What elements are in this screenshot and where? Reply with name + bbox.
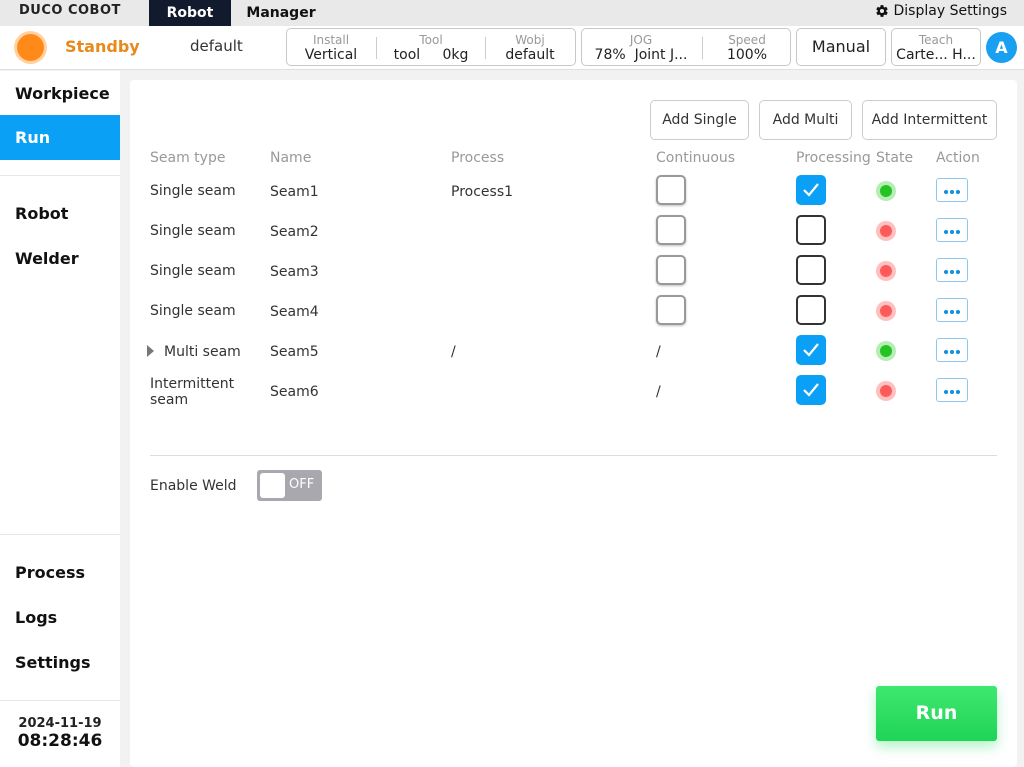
add-intermittent-button[interactable]: Add Intermittent [862, 100, 997, 140]
processing-checkbox[interactable] [796, 295, 826, 325]
continuous-cell: / [656, 384, 661, 400]
more-actions-button[interactable] [936, 178, 968, 202]
check-icon [803, 183, 819, 197]
continuous-checkbox[interactable] [656, 295, 686, 325]
more-actions-button[interactable] [936, 218, 968, 242]
robot-state: Standby [65, 37, 140, 56]
run-button[interactable]: Run [876, 686, 997, 741]
processing-checkbox[interactable] [796, 375, 826, 405]
seam-name-cell: Seam2 [270, 224, 319, 240]
sidebar-divider [0, 175, 120, 176]
state-error-icon [876, 221, 896, 241]
seam-name-cell: Seam3 [270, 264, 319, 280]
tab-robot[interactable]: Robot [149, 0, 231, 26]
header-process: Process [451, 150, 505, 166]
processing-checkbox[interactable] [796, 175, 826, 205]
processing-checkbox[interactable] [796, 335, 826, 365]
state-error-icon [876, 301, 896, 321]
tool-payload: 0kg [442, 47, 469, 63]
enable-weld-label: Enable Weld [150, 478, 237, 494]
header-state: State [876, 150, 914, 166]
seam-type-cell: Single seam [150, 223, 236, 239]
sidebar-divider [0, 534, 120, 535]
sidebar-divider [0, 700, 120, 701]
teach-info: Teach Carte... H... [896, 33, 976, 63]
more-actions-button[interactable] [936, 298, 968, 322]
seam-type-cell: Multi seam [164, 344, 241, 360]
status-indicator-icon [17, 34, 44, 61]
more-actions-button[interactable] [936, 258, 968, 282]
header-seam-type: Seam type [150, 150, 226, 166]
seam-name-cell: Seam4 [270, 304, 319, 320]
processing-checkbox[interactable] [796, 215, 826, 245]
install-tool-wobj-panel[interactable]: Install Vertical Tool tool 0kg Wobj defa… [286, 28, 576, 66]
header-processing: Processing [796, 150, 871, 166]
header-continuous: Continuous [656, 150, 736, 166]
check-icon [803, 343, 819, 357]
sidebar-item-run[interactable]: Run [0, 115, 120, 160]
seam-name-cell: Seam1 [270, 184, 319, 200]
tool-name: tool [393, 47, 421, 63]
jog-speed-panel[interactable]: JOG 78% Joint J... Speed 100% [581, 28, 791, 66]
seam-name-cell: Seam5 [270, 344, 319, 360]
jog-info: JOG 78% Joint J... [594, 33, 688, 63]
seam-type-cell: Single seam [150, 263, 236, 279]
continuous-cell: / [656, 344, 661, 360]
tab-manager[interactable]: Manager [231, 0, 331, 26]
enable-weld-toggle[interactable]: OFF [257, 470, 322, 501]
seam-type-cell: Single seam [150, 183, 236, 199]
header-name: Name [270, 150, 312, 166]
more-actions-button[interactable] [936, 338, 968, 362]
install-info: Install Vertical [304, 33, 358, 63]
jog-percent: 78% [594, 47, 626, 63]
expand-triangle-icon[interactable] [147, 345, 154, 357]
user-avatar[interactable]: A [986, 32, 1017, 63]
teach-panel[interactable]: Teach Carte... H... [891, 28, 981, 66]
state-error-icon [876, 261, 896, 281]
top-bar: DUCO COBOT Robot Manager Display Setting… [0, 0, 1024, 26]
sidebar-item-welder[interactable]: Welder [0, 236, 120, 281]
seam-type-cell: Intermittent seam [150, 376, 235, 408]
project-name: default [190, 37, 243, 55]
process-cell[interactable]: Process1 [451, 184, 513, 200]
check-icon [803, 383, 819, 397]
continuous-checkbox[interactable] [656, 215, 686, 245]
sidebar-item-process[interactable]: Process [0, 550, 120, 595]
sidebar: Workpiece Run Robot Welder Process Logs … [0, 71, 120, 767]
state-ok-icon [876, 341, 896, 361]
gear-icon [875, 5, 888, 17]
more-actions-button[interactable] [936, 378, 968, 402]
tool-info: Tool tool 0kg [393, 33, 469, 63]
continuous-checkbox[interactable] [656, 175, 686, 205]
header-action: Action [936, 150, 980, 166]
toggle-knob [260, 473, 285, 498]
add-multi-button[interactable]: Add Multi [759, 100, 852, 140]
sidebar-item-workpiece[interactable]: Workpiece [0, 71, 120, 116]
divider [150, 455, 997, 456]
processing-checkbox[interactable] [796, 255, 826, 285]
toggle-state-text: OFF [289, 477, 315, 492]
seam-type-cell: Single seam [150, 303, 236, 319]
seam-name-cell: Seam6 [270, 384, 319, 400]
sidebar-item-settings[interactable]: Settings [0, 640, 120, 685]
sidebar-item-logs[interactable]: Logs [0, 595, 120, 640]
run-panel: Add Single Add Multi Add Intermittent Se… [130, 80, 1017, 767]
state-ok-icon [876, 181, 896, 201]
current-date: 2024-11-19 [18, 716, 102, 731]
duco-cobot-logo: DUCO COBOT [19, 3, 121, 18]
manual-mode-button[interactable]: Manual [796, 28, 886, 66]
jog-mode: Joint J... [634, 47, 688, 63]
display-settings-button[interactable]: Display Settings [875, 3, 1007, 19]
add-single-button[interactable]: Add Single [650, 100, 749, 140]
sidebar-item-robot[interactable]: Robot [0, 191, 120, 236]
current-time: 08:28:46 [17, 731, 103, 751]
display-settings-label: Display Settings [893, 3, 1007, 19]
wobj-info: Wobj default [505, 33, 555, 63]
continuous-checkbox[interactable] [656, 255, 686, 285]
process-cell: / [451, 344, 456, 360]
state-error-icon [876, 381, 896, 401]
status-bar: Standby default Install Vertical Tool to… [0, 26, 1024, 70]
speed-info: Speed 100% [726, 33, 768, 63]
